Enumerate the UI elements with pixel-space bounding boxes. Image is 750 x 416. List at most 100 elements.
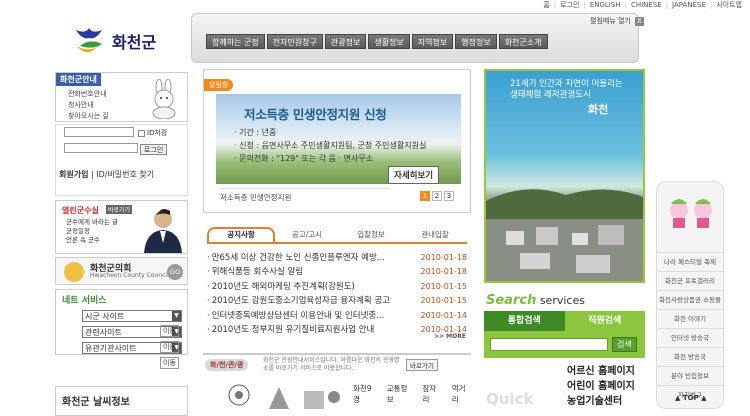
util-japanese[interactable]: JAPANESE <box>672 1 706 9</box>
nav-item-minwon[interactable]: 전자민원창구 <box>266 34 323 49</box>
alim-item-period: · 기간 : 년중 <box>234 128 277 137</box>
search-header: Search services <box>486 293 585 308</box>
password-input[interactable] <box>64 143 138 153</box>
link-service-title: 네트 서비스 <box>62 296 107 306</box>
login-panel: ID저장 로그인 회원가입 | ID/비밀번호 찾기 <box>55 124 188 196</box>
weather-panel: 화천군 날씨정보 <box>55 386 188 416</box>
notice-date: 2010-01-15 <box>420 296 468 306</box>
notice-title: 만65세 이상 건강한 노인 신종인플루엔자 예방... <box>207 251 385 265</box>
alim-pager: 1 2 3 <box>420 191 454 201</box>
city-banner[interactable]: 21세기 인간과 자연이 어울리는 생태체험 레저관광도시 화천 <box>484 69 645 283</box>
tab-staff-search[interactable]: 직원검색 <box>564 311 645 331</box>
mayor-more-button[interactable]: 바로가기 <box>106 205 133 214</box>
notice-date: 2010-01-18 <box>420 267 468 277</box>
page-2[interactable]: 2 <box>432 191 442 201</box>
nav-item-region[interactable]: 지역정보 <box>411 34 454 49</box>
util-home[interactable]: 홈 <box>543 0 549 10</box>
notice-title: 2010년도 강원도중소기업육성자금 융자계획 공고 <box>207 294 390 308</box>
list-item[interactable]: 2010년도 정부지원 유기질비료지원사업 안내2010-01-14 <box>207 323 467 337</box>
mayor-item-press[interactable]: 언론 속 군수 <box>66 236 118 245</box>
util-login[interactable]: 로그인 <box>560 0 579 10</box>
mayor-item-letter[interactable]: 군수에게 바라는 글 <box>66 218 118 227</box>
search-button[interactable]: 검색 <box>612 337 637 352</box>
side-item-story[interactable]: 화천 이야기 <box>657 309 723 328</box>
page-1[interactable]: 1 <box>420 191 430 201</box>
close-icon[interactable]: X <box>634 16 644 26</box>
search-tabs: 통합검색 직원검색 <box>484 311 645 331</box>
alim-title[interactable]: 저소득층 민생안정지원 신청 <box>244 104 387 123</box>
nav-item-tour[interactable]: 관광정보 <box>324 34 367 49</box>
side-item-festival[interactable]: 나라 페스티벌 축제 <box>657 252 723 271</box>
id-save-checkbox[interactable]: ID저장 <box>138 128 167 138</box>
util-chinese[interactable]: CHINESE <box>631 1 662 9</box>
mayor-photo <box>140 203 186 253</box>
notice-date: 2010-01-18 <box>420 253 468 262</box>
notice-date: 2010-01-14 <box>420 310 468 320</box>
details-button[interactable]: 자세히보기 <box>388 166 440 184</box>
util-english[interactable]: ENGLISH <box>590 1 621 9</box>
side-item-broadcast[interactable]: 화천 방송국 <box>657 347 723 366</box>
list-item[interactable]: 2010년도 해외마케팅 추진계획(강원도) 2010-01-15 <box>207 280 467 294</box>
page-3[interactable]: 3 <box>444 191 454 201</box>
search-box: 검색 <box>484 331 645 358</box>
site-link-kids[interactable]: 어린이 홈페이지 <box>567 379 635 394</box>
utility-nav: 홈 | 로그인 | ENGLISH | CHINESE | JAPANESE | 사이트맵 <box>543 0 742 10</box>
site-select-city[interactable]: 시군 사이트 ▼ <box>82 310 182 322</box>
join-link[interactable]: 회원가입 <box>59 170 88 179</box>
guide-item-office[interactable]: 청사안내 <box>68 100 109 111</box>
tab-notice[interactable]: 공지사항 <box>207 227 275 242</box>
nav-item-gunjeong[interactable]: 함께하는 군정 <box>206 34 265 49</box>
site-link-agri[interactable]: 농업기술센터 <box>567 394 635 409</box>
guide-item-directions[interactable]: 찾아오시는 길 <box>68 111 109 122</box>
list-item[interactable]: 만65세 이상 건강한 노인 신종인플루엔자 예방... 2010-01-18 <box>207 251 467 265</box>
notice-title: 2010년도 정부지원 유기질비료지원사업 안내 <box>207 323 375 337</box>
go-button-2[interactable]: 이동 <box>160 341 179 353</box>
tab-bid[interactable]: 입찰정보 <box>339 229 403 242</box>
guide-panel: 화천군안내 전화번호안내 청사안내 찾아오시는 길 <box>55 72 188 122</box>
notice-more-link[interactable]: >> MORE <box>434 333 466 340</box>
list-item[interactable]: 인터넷중독예방상담센터 이용안내 및 인터넷중... 2010-01-14 <box>207 309 467 323</box>
login-button[interactable]: 로그인 <box>140 144 168 155</box>
alim-caption: 저소득층 민생안정지원 <box>220 188 390 203</box>
search-header-1: Search <box>486 293 537 308</box>
tour-item-traffic[interactable]: 교통정보 <box>387 383 413 405</box>
side-item-internet-broadcast[interactable]: 인터넷 방송국 <box>657 328 723 347</box>
tab-announce[interactable]: 공고/고시 <box>275 229 339 242</box>
tab-local-bid[interactable]: 관내입찰 <box>403 229 467 242</box>
council-go-button[interactable]: GO <box>167 264 183 280</box>
nav-item-life[interactable]: 생활정보 <box>368 34 410 49</box>
side-item-mall[interactable]: 화천사랑상품권 쇼핑몰 <box>657 290 723 309</box>
tour-desc: 화천군 관광안내서비스입니다. 아름다운 화천의 관광명소를 바로가기 서비스로… <box>263 357 400 372</box>
notice-title: 위해식품등 회수사실 알림 <box>207 265 303 279</box>
side-item-house[interactable]: 분야 빈집정보 <box>657 366 723 385</box>
tour-icons: 화천9경 교통정보 잠자리 먹거리 <box>353 383 471 405</box>
list-item[interactable]: 위해식품등 회수사실 알림 2010-01-18 <box>207 265 467 279</box>
back-to-top-button[interactable]: ▲ TOP ▲ <box>675 394 707 402</box>
tab-integrated-search[interactable]: 통합검색 <box>484 311 565 331</box>
chevron-down-icon: ▼ <box>172 311 181 321</box>
search-input[interactable] <box>490 338 608 351</box>
nav-item-intro[interactable]: 화천군소개 <box>498 34 548 49</box>
side-item-gallery[interactable]: 화천군 포토갤러리 <box>657 271 723 290</box>
util-sitemap[interactable]: 사이트맵 <box>716 0 742 10</box>
mayor-item-schedule[interactable]: 군정일정 <box>66 227 118 236</box>
tour-item-lodging[interactable]: 잠자리 <box>422 383 441 405</box>
gnb-toggle[interactable]: 펼침메뉴 열기 X <box>590 16 644 26</box>
join-area: 회원가입 | ID/비밀번호 찾기 <box>59 170 155 179</box>
go-button-1[interactable]: 이동 <box>160 325 179 337</box>
council-panel[interactable]: 화천군의회 Hwacheon County Council GO <box>55 257 188 285</box>
search-header-2: services <box>536 294 585 307</box>
tour-item-scenery[interactable]: 화천9경 <box>353 383 377 405</box>
go-button-3[interactable]: 이동 <box>160 357 179 369</box>
site-logo[interactable]: 화천군 <box>72 20 172 62</box>
id-input[interactable] <box>64 127 134 137</box>
mayor-panel: 열린군수실 바로가기 군수에게 바라는 글 군정일정 언론 속 군수 <box>55 200 188 254</box>
list-item[interactable]: 2010년도 강원도중소기업육성자금 융자계획 공고 2010-01-15 <box>207 294 467 308</box>
tour-shortcut-button[interactable]: 바로가기 <box>406 359 438 371</box>
tour-item-food[interactable]: 먹거리 <box>452 383 471 405</box>
find-id-link[interactable]: ID/비밀번호 찾기 <box>96 170 154 179</box>
site-link-senior[interactable]: 어르신 홈페이지 <box>567 364 635 379</box>
guide-item-phone[interactable]: 전화번호안내 <box>68 89 109 100</box>
nav-item-admin[interactable]: 행정정보 <box>455 34 497 49</box>
town-photo <box>486 181 643 281</box>
